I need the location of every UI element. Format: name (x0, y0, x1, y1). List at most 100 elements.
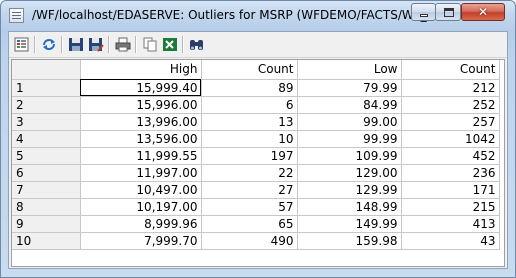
corner-header[interactable] (12, 60, 81, 80)
toolbar-separator (108, 36, 110, 53)
find-button[interactable] (188, 36, 206, 53)
table-row[interactable]: 2 15,996.00 6 84.99 252 (12, 96, 500, 114)
cell-high-count[interactable]: 490 (201, 232, 298, 250)
refresh-button[interactable] (40, 36, 58, 53)
table-row[interactable]: 10 7,999.70 490 159.98 43 (12, 232, 500, 250)
outliers-table: High Count Low Count 1 15,999.40 89 79.99 21… (12, 60, 500, 250)
header-row: High Count Low Count (12, 60, 500, 80)
cell-high[interactable]: 10,497.00 (80, 181, 202, 199)
find-icon (190, 40, 203, 50)
cell-high-count[interactable]: 10 (201, 130, 298, 148)
cell-low-count[interactable]: 257 (401, 113, 500, 131)
row-header[interactable]: 1 (12, 79, 81, 97)
cell-low-count[interactable]: 43 (401, 232, 500, 250)
table-row[interactable]: 6 11,997.00 22 129.00 236 (12, 164, 500, 182)
table-row[interactable]: 4 13,596.00 10 99.99 1042 (12, 130, 500, 148)
save-as-button[interactable] (87, 36, 105, 53)
maximize-button[interactable] (435, 3, 461, 21)
cell-low[interactable]: 148.99 (297, 198, 402, 216)
cell-high-count[interactable]: 6 (201, 96, 298, 114)
cell-low-count[interactable]: 215 (401, 198, 500, 216)
window-client-area: High Count Low Count 1 15,999.40 89 79.99 21… (8, 31, 508, 269)
cell-low[interactable]: 99.99 (297, 130, 402, 148)
title-bar[interactable]: /WF/localhost/EDASERVE: Outliers for MSR… (1, 1, 515, 31)
refresh-icon (43, 39, 55, 50)
excel-icon (163, 38, 177, 51)
cell-high[interactable]: 13,596.00 (80, 130, 202, 148)
table-row[interactable]: 5 11,999.55 197 109.99 452 (12, 147, 500, 165)
cell-low[interactable]: 84.99 (297, 96, 402, 114)
copy-icon (143, 37, 157, 52)
table-row[interactable]: 3 13,996.00 13 99.00 257 (12, 113, 500, 131)
cell-high[interactable]: 8,999.96 (80, 215, 202, 233)
column-header-low[interactable]: Low (297, 60, 402, 80)
print-icon (115, 37, 131, 52)
cell-high-count[interactable]: 27 (201, 181, 298, 199)
cell-low-count[interactable]: 452 (401, 147, 500, 165)
cell-high-count[interactable]: 65 (201, 215, 298, 233)
copy-button[interactable] (141, 36, 159, 53)
row-header[interactable]: 10 (12, 232, 81, 250)
cell-low[interactable]: 109.99 (297, 147, 402, 165)
table-row[interactable]: 7 10,497.00 27 129.99 171 (12, 181, 500, 199)
app-icon[interactable] (9, 8, 24, 23)
toolbar-separator (135, 36, 137, 53)
row-header[interactable]: 3 (12, 113, 81, 131)
cell-low[interactable]: 99.00 (297, 113, 402, 131)
row-header[interactable]: 8 (12, 198, 81, 216)
row-header[interactable]: 4 (12, 130, 81, 148)
column-header-high[interactable]: High (80, 60, 202, 80)
cell-high-count[interactable]: 197 (201, 147, 298, 165)
save-as-icon (89, 38, 104, 52)
cell-high-count[interactable]: 57 (201, 198, 298, 216)
close-button[interactable]: ✕ (461, 3, 505, 21)
cell-high[interactable]: 7,999.70 (80, 232, 202, 250)
cell-low-count[interactable]: 171 (401, 181, 500, 199)
row-header[interactable]: 9 (12, 215, 81, 233)
column-header-high-count[interactable]: Count (201, 60, 298, 80)
minimize-button[interactable] (411, 3, 436, 21)
cell-high[interactable]: 11,999.55 (80, 147, 202, 165)
column-header-low-count[interactable]: Count (401, 60, 500, 80)
row-header[interactable]: 2 (12, 96, 81, 114)
cell-high[interactable]: 15,996.00 (80, 96, 202, 114)
cell-high-count[interactable]: 22 (201, 164, 298, 182)
cell-high[interactable]: 13,996.00 (80, 113, 202, 131)
close-icon: ✕ (477, 5, 489, 19)
cell-low-count[interactable]: 236 (401, 164, 500, 182)
toolbar-separator (61, 36, 63, 53)
print-button[interactable] (114, 36, 132, 53)
cell-low[interactable]: 159.98 (297, 232, 402, 250)
row-header[interactable]: 6 (12, 164, 81, 182)
toolbar-separator (34, 36, 36, 53)
cell-low[interactable]: 129.00 (297, 164, 402, 182)
cell-low-count[interactable]: 212 (401, 79, 500, 97)
save-button[interactable] (67, 36, 85, 53)
table-row[interactable]: 1 15,999.40 89 79.99 212 (12, 79, 500, 97)
window-title: /WF/localhost/EDASERVE: Outliers for MSR… (32, 8, 439, 22)
outliers-grid[interactable]: High Count Low Count 1 15,999.40 89 79.99 21… (11, 59, 505, 267)
cell-low-count[interactable]: 413 (401, 215, 500, 233)
cell-low[interactable]: 129.99 (297, 181, 402, 199)
row-header[interactable]: 5 (12, 147, 81, 165)
cell-high[interactable]: 15,999.40 (80, 79, 202, 97)
properties-button[interactable] (13, 36, 31, 53)
cell-high[interactable]: 11,997.00 (80, 164, 202, 182)
cell-low[interactable]: 149.99 (297, 215, 402, 233)
cell-low-count[interactable]: 252 (401, 96, 500, 114)
table-row[interactable]: 8 10,197.00 57 148.99 215 (12, 198, 500, 216)
row-header[interactable]: 7 (12, 181, 81, 199)
export-excel-button[interactable] (161, 36, 179, 53)
table-row[interactable]: 9 8,999.96 65 149.99 413 (12, 215, 500, 233)
toolbar-separator (182, 36, 184, 53)
toolbar (9, 32, 507, 58)
save-icon (69, 38, 83, 51)
cell-high[interactable]: 10,197.00 (80, 198, 202, 216)
maximize-icon (444, 8, 454, 17)
cell-low[interactable]: 79.99 (297, 79, 402, 97)
cell-high-count[interactable]: 89 (201, 79, 298, 97)
cell-low-count[interactable]: 1042 (401, 130, 500, 148)
properties-icon (14, 37, 29, 52)
minimize-icon (420, 14, 428, 17)
cell-high-count[interactable]: 13 (201, 113, 298, 131)
